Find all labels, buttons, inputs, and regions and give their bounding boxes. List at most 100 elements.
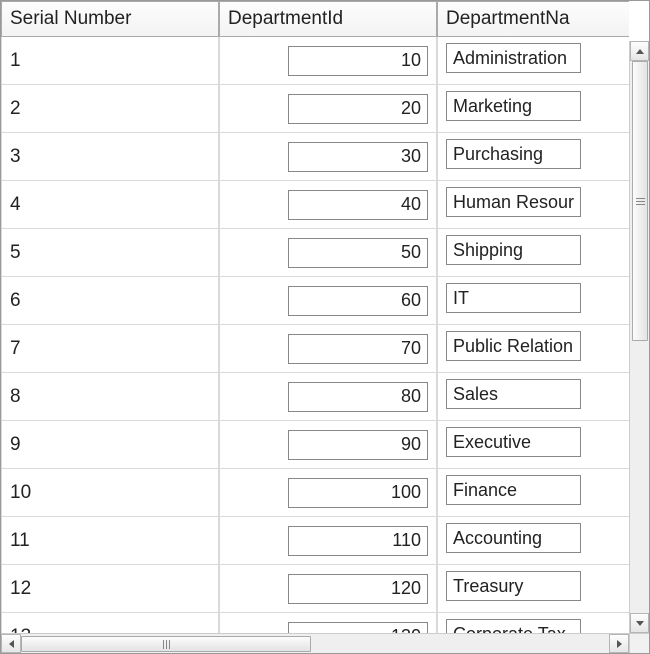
department-id-field[interactable] xyxy=(288,574,428,604)
cell-serial: 7 xyxy=(1,325,219,373)
department-name-field[interactable]: Accounting xyxy=(446,523,581,553)
cell-serial: 13 xyxy=(1,613,219,633)
department-name-field[interactable]: Finance xyxy=(446,475,581,505)
department-name-field[interactable]: Shipping xyxy=(446,235,581,265)
cell-serial: 5 xyxy=(1,229,219,277)
cell-deptname: Treasury xyxy=(437,565,629,613)
serial-value: 7 xyxy=(10,338,21,359)
cell-deptname: IT xyxy=(437,277,629,325)
table-row: 4 Human Resour xyxy=(1,181,629,229)
cell-deptid xyxy=(219,469,437,517)
cell-deptid xyxy=(219,277,437,325)
cell-deptid xyxy=(219,325,437,373)
table-row: 3 Purchasing xyxy=(1,133,629,181)
vertical-scroll-thumb[interactable] xyxy=(632,61,648,341)
table-row: 6 IT xyxy=(1,277,629,325)
header-row: Serial Number DepartmentId DepartmentNa xyxy=(1,1,629,37)
department-id-field[interactable] xyxy=(288,430,428,460)
grid-table: Serial Number DepartmentId DepartmentNa … xyxy=(1,1,629,633)
department-name-field[interactable]: Marketing xyxy=(446,91,581,121)
department-id-field[interactable] xyxy=(288,238,428,268)
horizontal-scroll-track[interactable] xyxy=(21,634,609,653)
table-row: 7 Public Relation xyxy=(1,325,629,373)
scroll-up-button[interactable] xyxy=(630,41,649,61)
chevron-up-icon xyxy=(636,49,644,54)
cell-serial: 4 xyxy=(1,181,219,229)
cell-serial: 8 xyxy=(1,373,219,421)
serial-value: 8 xyxy=(10,386,21,407)
table-row: 10 Finance xyxy=(1,469,629,517)
table-row: 9 Executive xyxy=(1,421,629,469)
serial-value: 10 xyxy=(10,482,31,503)
department-name-field[interactable]: Executive xyxy=(446,427,581,457)
department-name-field[interactable]: Administration xyxy=(446,43,581,73)
cell-deptid xyxy=(219,181,437,229)
column-header-serial[interactable]: Serial Number xyxy=(1,1,219,37)
table-row: 11Accounting xyxy=(1,517,629,565)
table-row: 8 Sales xyxy=(1,373,629,421)
grip-icon xyxy=(163,640,170,649)
cell-deptid xyxy=(219,133,437,181)
department-id-field[interactable] xyxy=(288,142,428,172)
table-row: 5 Shipping xyxy=(1,229,629,277)
department-name-field[interactable]: Sales xyxy=(446,379,581,409)
table-row: 12 Treasury xyxy=(1,565,629,613)
grip-icon xyxy=(636,198,645,205)
department-name-field[interactable]: Treasury xyxy=(446,571,581,601)
cell-deptid xyxy=(219,421,437,469)
cell-deptname: Purchasing xyxy=(437,133,629,181)
department-id-field[interactable] xyxy=(288,334,428,364)
cell-deptname: Marketing xyxy=(437,85,629,133)
scroll-right-button[interactable] xyxy=(609,634,629,653)
chevron-right-icon xyxy=(617,640,622,648)
cell-serial: 6 xyxy=(1,277,219,325)
department-name-field[interactable]: Public Relation xyxy=(446,331,581,361)
cell-serial: 10 xyxy=(1,469,219,517)
cell-serial: 3 xyxy=(1,133,219,181)
serial-value: 12 xyxy=(10,578,31,599)
table-row: 13 Corporate Tax xyxy=(1,613,629,633)
department-name-field[interactable]: Corporate Tax xyxy=(446,619,581,633)
department-name-field[interactable]: Purchasing xyxy=(446,139,581,169)
cell-deptname: Executive xyxy=(437,421,629,469)
serial-value: 13 xyxy=(10,626,31,634)
department-id-field[interactable] xyxy=(288,46,428,76)
cell-deptid xyxy=(219,229,437,277)
cell-serial: 9 xyxy=(1,421,219,469)
scrollbar-corner xyxy=(629,633,649,653)
department-id-field[interactable] xyxy=(288,286,428,316)
column-header-deptid[interactable]: DepartmentId xyxy=(219,1,437,37)
department-id-field[interactable] xyxy=(288,478,428,508)
department-id-field[interactable] xyxy=(288,190,428,220)
serial-value: 3 xyxy=(10,146,21,167)
scroll-left-button[interactable] xyxy=(1,634,21,653)
cell-serial: 2 xyxy=(1,85,219,133)
serial-value: 6 xyxy=(10,290,21,311)
department-id-field[interactable] xyxy=(288,622,428,634)
cell-deptname: Finance xyxy=(437,469,629,517)
department-name-field[interactable]: Human Resour xyxy=(446,187,581,217)
department-name-field[interactable]: IT xyxy=(446,283,581,313)
grid-viewport: Serial Number DepartmentId DepartmentNa … xyxy=(1,1,629,633)
serial-value: 5 xyxy=(10,242,21,263)
vertical-scrollbar[interactable] xyxy=(629,41,649,633)
column-header-deptname[interactable]: DepartmentNa xyxy=(437,1,629,37)
horizontal-scroll-thumb[interactable] xyxy=(21,636,311,652)
cell-deptname: Administration xyxy=(437,37,629,85)
vertical-scroll-track[interactable] xyxy=(630,61,649,613)
scroll-down-button[interactable] xyxy=(630,613,649,633)
cell-serial: 1 xyxy=(1,37,219,85)
table-row: 2 Marketing xyxy=(1,85,629,133)
cell-serial: 12 xyxy=(1,565,219,613)
cell-deptname: Corporate Tax xyxy=(437,613,629,633)
serial-value: 4 xyxy=(10,194,21,215)
horizontal-scrollbar[interactable] xyxy=(1,633,629,653)
data-grid: Serial Number DepartmentId DepartmentNa … xyxy=(0,0,650,654)
cell-deptid xyxy=(219,565,437,613)
department-id-field[interactable] xyxy=(288,94,428,124)
cell-deptid xyxy=(219,613,437,633)
cell-deptid xyxy=(219,517,437,565)
department-id-field[interactable] xyxy=(288,382,428,412)
cell-deptname: Shipping xyxy=(437,229,629,277)
department-id-field[interactable] xyxy=(288,526,428,556)
